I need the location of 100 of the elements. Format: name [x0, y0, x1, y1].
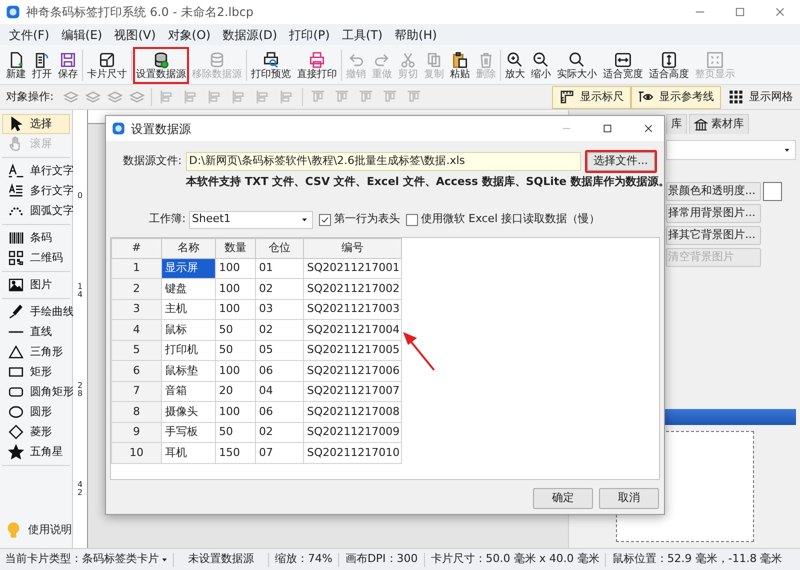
- printer-icon: [262, 50, 280, 68]
- toolbar-button[interactable]: 适合宽度: [600, 47, 646, 84]
- tool-item[interactable]: 圆形: [2, 402, 70, 422]
- help-button[interactable]: 使用说明: [0, 518, 72, 542]
- column-header[interactable]: #: [112, 238, 162, 258]
- column-header[interactable]: 编号: [304, 238, 402, 258]
- dialog-button[interactable]: 取消: [599, 488, 659, 509]
- grid-icon: [728, 89, 744, 105]
- maximize-icon[interactable]: [602, 123, 613, 134]
- background-button[interactable]: 景颜色和透明度...: [666, 182, 761, 201]
- file-path-field[interactable]: D:\新网页\条码标签软件\教程\2.6批量生成标签\数据.xls: [186, 152, 580, 171]
- menu-item[interactable]: 对象(O): [162, 26, 216, 44]
- layers-icon[interactable]: [128, 89, 146, 105]
- menu-item[interactable]: 编辑(E): [56, 26, 108, 44]
- background-button[interactable]: 择常用背景图片...: [666, 204, 761, 223]
- toolbar-button[interactable]: 新建: [3, 47, 29, 84]
- menu-item[interactable]: 帮助(H): [390, 26, 442, 44]
- layers-icon[interactable]: [62, 89, 80, 105]
- row-header[interactable]: 3: [112, 299, 162, 320]
- scissors-icon: [399, 50, 417, 68]
- panel-tab[interactable]: 库: [666, 114, 687, 134]
- table-cell: 键盘: [162, 278, 216, 299]
- printer-icon: [308, 50, 326, 68]
- table-cell: 20: [216, 381, 256, 402]
- menu-item[interactable]: 工具(T): [336, 26, 388, 44]
- panel-tab[interactable]: 素材库: [689, 114, 749, 134]
- table-cell: 06: [256, 360, 304, 381]
- caret-icon: [783, 146, 791, 154]
- row-header[interactable]: 5: [112, 340, 162, 360]
- toolbar-button[interactable]: 缩小: [528, 47, 554, 84]
- magnifier-icon: [568, 50, 586, 68]
- menu-item[interactable]: 打印(P): [284, 26, 335, 44]
- tool-item[interactable]: 选择: [2, 114, 70, 134]
- tool-item[interactable]: 二维码: [2, 248, 70, 268]
- status-text: 卡片尺寸：50.0 毫米 x 40.0 毫米: [430, 551, 600, 568]
- row-header[interactable]: 4: [112, 320, 162, 340]
- row-header[interactable]: 8: [112, 402, 162, 422]
- table-cell: 摄像头: [162, 402, 216, 422]
- tool-item[interactable]: 矩形: [2, 362, 70, 382]
- toolbar-button[interactable]: 保存: [55, 47, 81, 84]
- row-header[interactable]: 10: [112, 442, 162, 463]
- window-title: 神奇条码标签打印系统 6.0 - 未命名2.lbcp: [26, 4, 254, 21]
- toolbar-button[interactable]: 卡片尺寸: [84, 47, 130, 84]
- checkbox-option[interactable]: 第一行为表头: [319, 211, 400, 228]
- dropdown-field[interactable]: [666, 140, 796, 160]
- toggle-button[interactable]: 显示参考线: [631, 86, 721, 108]
- check-icon: [320, 214, 330, 224]
- tool-item[interactable]: 菱形: [2, 422, 70, 442]
- column-header[interactable]: 仓位: [256, 238, 304, 258]
- ruler-label: 28: [76, 382, 84, 398]
- card-type-dropdown[interactable]: 当前卡片类型：条码标签类卡片: [0, 551, 173, 568]
- ruler-label: 0: [76, 192, 84, 200]
- tool-item[interactable]: 条码: [2, 228, 70, 248]
- table-cell: 100: [216, 360, 256, 381]
- row-header[interactable]: 9: [112, 422, 162, 442]
- tool-item[interactable]: 直线: [2, 322, 70, 342]
- row-header[interactable]: 7: [112, 381, 162, 402]
- layers-icon[interactable]: [106, 89, 124, 105]
- column-header[interactable]: 名称: [162, 238, 216, 258]
- toolbar-label: 对象操作:: [6, 88, 54, 105]
- table-cell: 100: [216, 258, 256, 278]
- menu-item[interactable]: 视图(V): [109, 26, 161, 44]
- close-icon[interactable]: [643, 123, 654, 134]
- table-cell: SQ20211217002: [304, 278, 402, 299]
- building-icon: [694, 118, 708, 132]
- toolbar-button[interactable]: 实际大小: [554, 47, 600, 84]
- text-line-icon: [7, 163, 25, 179]
- choose-file-button[interactable]: 选择文件...: [584, 150, 657, 173]
- table-cell: 100: [216, 278, 256, 299]
- row-header[interactable]: 2: [112, 278, 162, 299]
- workbook-dropdown[interactable]: Sheet1: [189, 210, 313, 228]
- toolbar-button[interactable]: 适合高度: [646, 47, 692, 84]
- menu-item[interactable]: 数据源(D): [218, 26, 282, 44]
- diamond-icon: [7, 424, 25, 440]
- toolbar-button[interactable]: 放大: [502, 47, 528, 84]
- tool-item[interactable]: 图片: [2, 275, 70, 295]
- dialog-button[interactable]: 确定: [533, 488, 593, 509]
- toolbar-button[interactable]: 打印预览: [248, 47, 294, 84]
- status-text: 未设置数据源: [187, 551, 255, 568]
- color-swatch[interactable]: [763, 182, 782, 201]
- column-header[interactable]: 数量: [216, 238, 256, 258]
- layers-icon[interactable]: [84, 89, 102, 105]
- background-button[interactable]: 择其它背景图片...: [666, 226, 761, 245]
- table-cell: SQ20211217009: [304, 422, 402, 442]
- row-header[interactable]: 1: [112, 258, 162, 278]
- table-cell: 02: [256, 422, 304, 442]
- toolbar-button[interactable]: 直接打印: [294, 47, 340, 84]
- menu-item[interactable]: 文件(F): [4, 26, 54, 44]
- checkbox-option[interactable]: 使用微软 Excel 接口读取数据（慢）: [406, 211, 600, 228]
- toolbar-button[interactable]: 设置数据源: [133, 47, 189, 84]
- tool-item[interactable]: 三角形: [2, 342, 70, 362]
- toolbar-button[interactable]: 打开: [29, 47, 55, 84]
- toolbar-button[interactable]: 粘贴: [447, 47, 473, 84]
- info-text: 本软件支持 TXT 文件、CSV 文件、Excel 文件、Access 数据库、SQLite 数据库作为数据源。: [184, 174, 664, 188]
- toggle-button[interactable]: 显示网格: [721, 86, 800, 108]
- toggle-button[interactable]: 显示标尺: [552, 86, 631, 108]
- row-header[interactable]: 6: [112, 360, 162, 381]
- tool-item[interactable]: 五角星: [2, 442, 70, 462]
- table-cell: 鼠标垫: [162, 360, 216, 381]
- star-icon: [7, 444, 25, 460]
